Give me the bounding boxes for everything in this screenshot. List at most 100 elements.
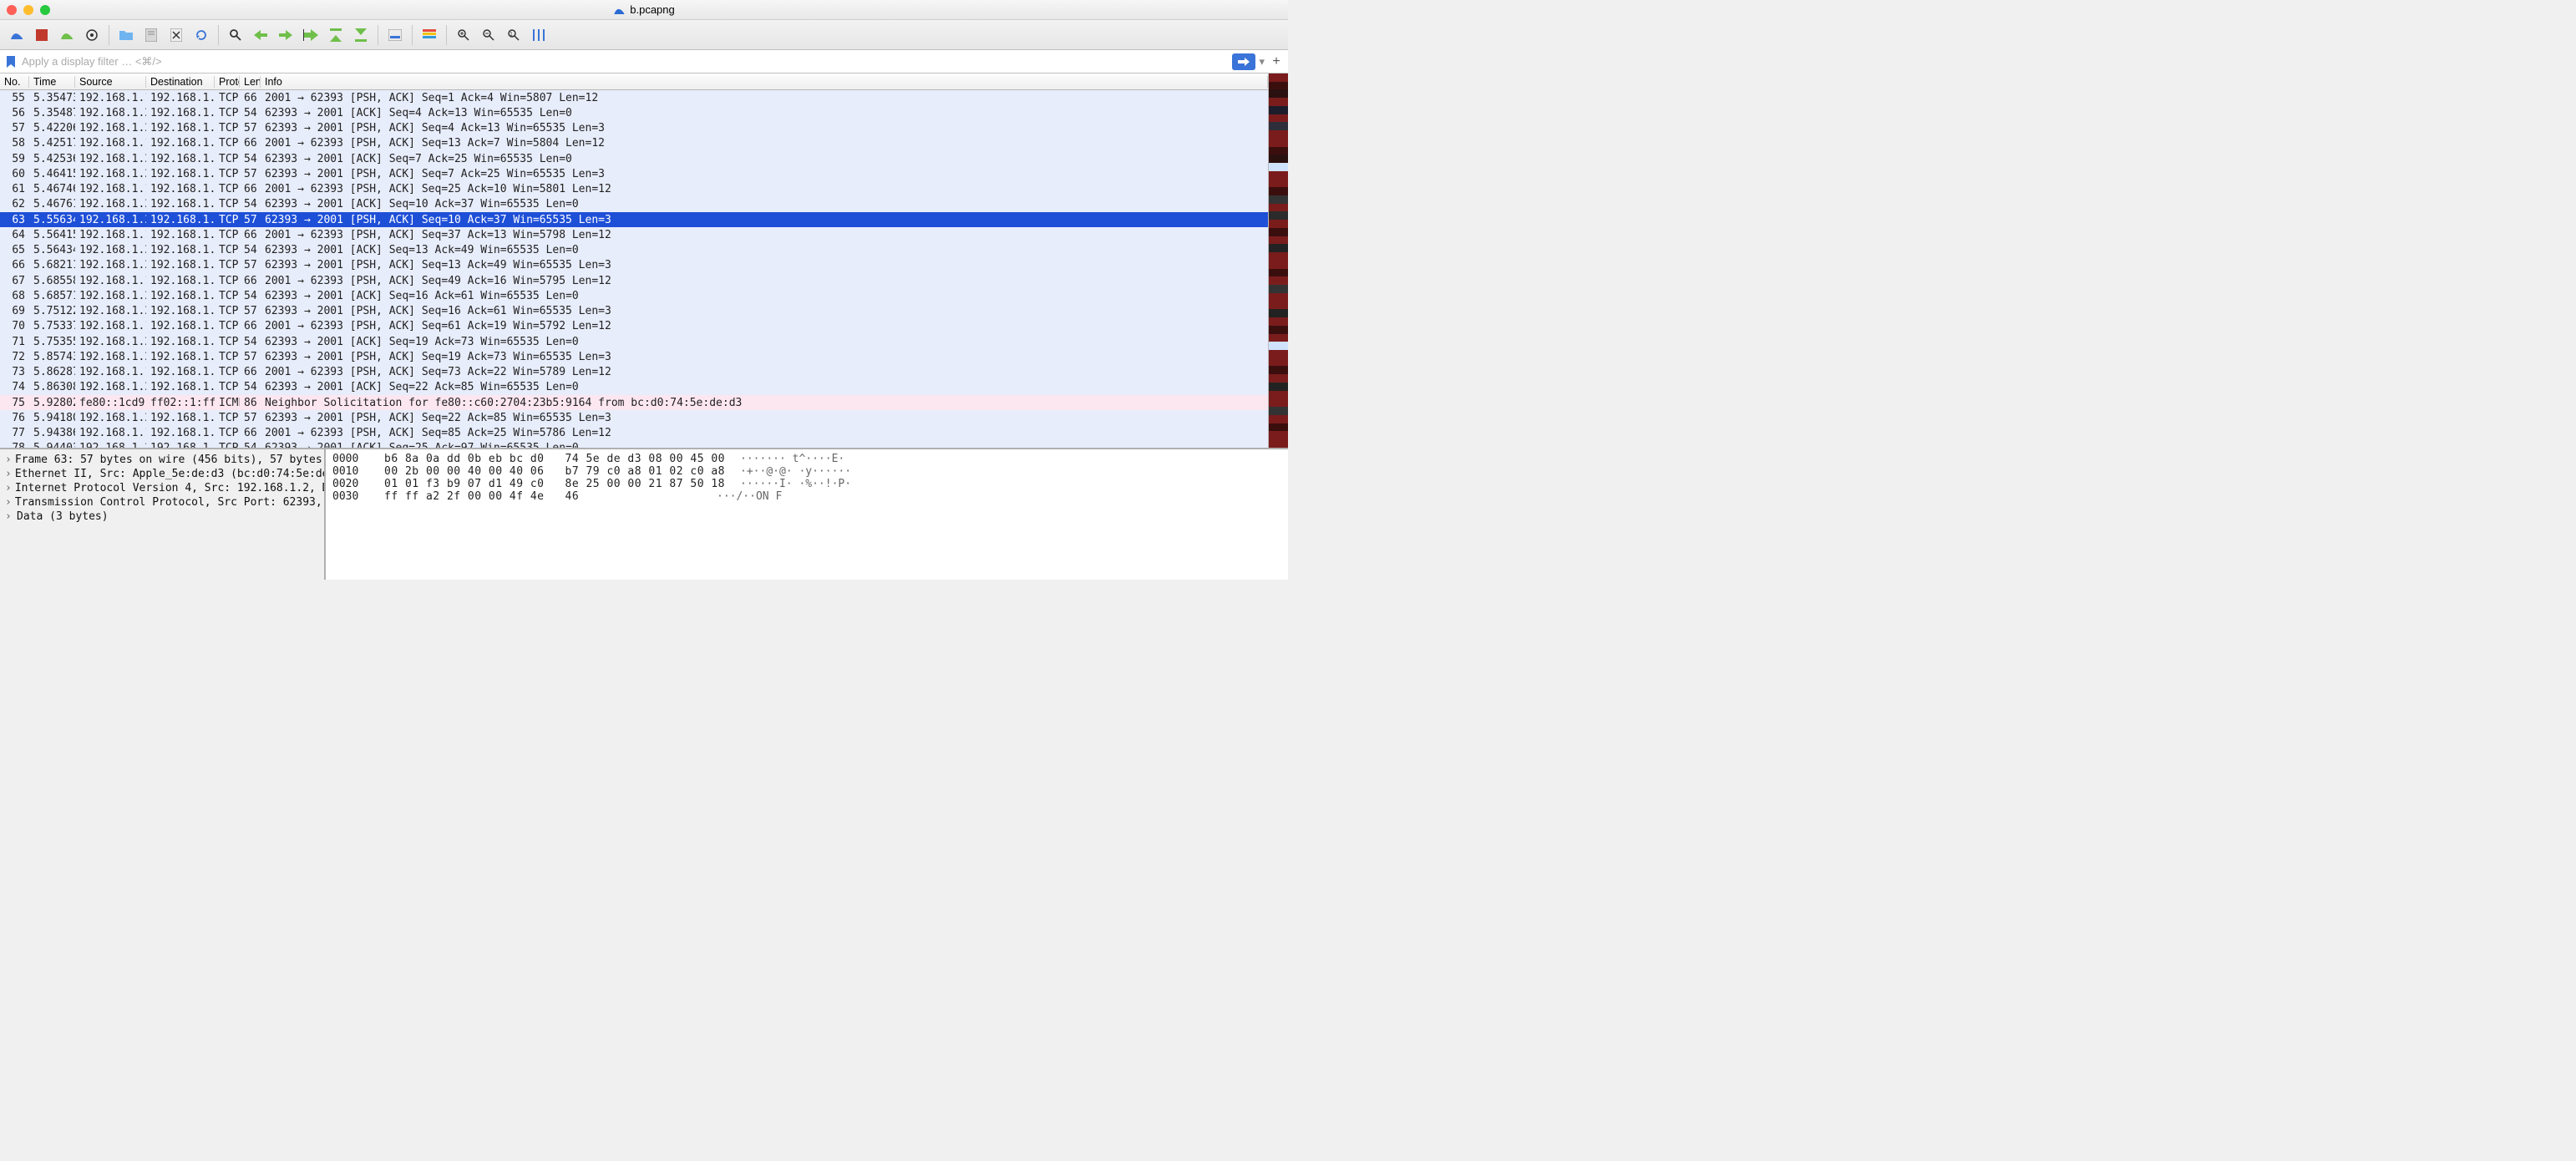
- start-capture-button[interactable]: [5, 23, 28, 47]
- close-window-button[interactable]: [7, 5, 17, 15]
- packet-row[interactable]: 675.685584192.168.1.1192.168.1.2TCP66200…: [0, 273, 1268, 288]
- hex-line[interactable]: 002001 01 f3 b9 07 d1 49 c0 8e 25 00 00 …: [332, 478, 1281, 490]
- zoom-reset-button[interactable]: 1: [502, 23, 525, 47]
- colorize-button[interactable]: [418, 23, 441, 47]
- minimap-slice: [1269, 398, 1288, 407]
- bookmark-icon[interactable]: [3, 56, 18, 68]
- column-info[interactable]: Info: [261, 76, 1268, 88]
- packet-bytes-pane[interactable]: 0000b6 8a 0a dd 0b eb bc d0 74 5e de d3 …: [326, 449, 1288, 580]
- minimap-slice: [1269, 155, 1288, 163]
- packet-row[interactable]: 555.354733192.168.1.1192.168.1.2TCP66200…: [0, 90, 1268, 105]
- auto-scroll-button[interactable]: [383, 23, 407, 47]
- packet-row[interactable]: 785.944039192.168.1.2192.168.1.1TCP54623…: [0, 441, 1268, 448]
- minimize-window-button[interactable]: [23, 5, 33, 15]
- zoom-out-button[interactable]: [477, 23, 500, 47]
- detail-line[interactable]: ›Transmission Control Protocol, Src Port…: [5, 495, 319, 510]
- maximize-window-button[interactable]: [40, 5, 50, 15]
- go-back-button[interactable]: [249, 23, 272, 47]
- hex-line[interactable]: 001000 2b 00 00 40 00 40 06 b7 79 c0 a8 …: [332, 465, 1281, 478]
- dropdown-icon[interactable]: ▾: [1259, 55, 1265, 68]
- packet-list-header[interactable]: No. Time Source Destination Protocol Len…: [0, 74, 1268, 90]
- cell-length: 57: [240, 214, 261, 226]
- expand-caret-icon[interactable]: ›: [5, 468, 12, 480]
- packet-row[interactable]: 635.556347192.168.1.2192.168.1.1TCP57623…: [0, 212, 1268, 227]
- cell-source: 192.168.1.1: [75, 92, 146, 104]
- minimap-slice: [1269, 431, 1288, 439]
- apply-filter-button[interactable]: [1232, 53, 1255, 70]
- column-protocol[interactable]: Protocol: [215, 76, 240, 88]
- display-filter-input[interactable]: [18, 53, 1232, 69]
- capture-options-button[interactable]: [80, 23, 104, 47]
- detail-line[interactable]: ›Frame 63: 57 bytes on wire (456 bits), …: [5, 453, 319, 467]
- cell-time: 5.753371: [29, 320, 75, 332]
- packet-minimap[interactable]: [1268, 74, 1288, 448]
- go-to-first-button[interactable]: [324, 23, 347, 47]
- packet-row[interactable]: 685.685714192.168.1.2192.168.1.1TCP54623…: [0, 288, 1268, 303]
- column-time[interactable]: Time: [29, 76, 75, 88]
- stop-capture-button[interactable]: [30, 23, 53, 47]
- save-file-button[interactable]: [139, 23, 163, 47]
- cell-source: 192.168.1.2: [75, 351, 146, 363]
- minimap-slice: [1269, 114, 1288, 123]
- packet-row[interactable]: 645.564156192.168.1.1192.168.1.2TCP66200…: [0, 227, 1268, 242]
- reload-file-button[interactable]: [190, 23, 213, 47]
- cell-protocol: TCP: [215, 442, 240, 448]
- minimap-slice: [1269, 326, 1288, 334]
- packet-row[interactable]: 625.467613192.168.1.2192.168.1.1TCP54623…: [0, 197, 1268, 212]
- packet-row[interactable]: 755.928027fe80::1cd9:2773:dd…ff02::1:ffb…: [0, 395, 1268, 410]
- cell-info: 62393 → 2001 [PSH, ACK] Seq=16 Ack=61 Wi…: [261, 305, 1268, 317]
- detail-text: Frame 63: 57 bytes on wire (456 bits), 5…: [15, 454, 326, 466]
- restart-capture-button[interactable]: [55, 23, 79, 47]
- cell-info: 62393 → 2001 [ACK] Seq=19 Ack=73 Win=655…: [261, 336, 1268, 348]
- cell-time: 5.354879: [29, 107, 75, 119]
- packet-row[interactable]: 665.682114192.168.1.2192.168.1.1TCP57623…: [0, 258, 1268, 273]
- packet-row[interactable]: 655.564346192.168.1.2192.168.1.1TCP54623…: [0, 243, 1268, 258]
- zoom-in-button[interactable]: [452, 23, 475, 47]
- hex-line[interactable]: 0030ff ff a2 2f 00 00 4f 4e 46···/··ON F: [332, 490, 1281, 503]
- column-destination[interactable]: Destination: [146, 76, 215, 88]
- cell-source: 192.168.1.2: [75, 244, 146, 256]
- packet-row[interactable]: 735.862874192.168.1.1192.168.1.2TCP66200…: [0, 365, 1268, 380]
- go-to-packet-button[interactable]: [299, 23, 322, 47]
- detail-line[interactable]: ›Internet Protocol Version 4, Src: 192.1…: [5, 481, 319, 495]
- packet-row[interactable]: 695.751229192.168.1.2192.168.1.1TCP57623…: [0, 304, 1268, 319]
- packet-row[interactable]: 705.753371192.168.1.1192.168.1.2TCP66200…: [0, 319, 1268, 334]
- column-source[interactable]: Source: [75, 76, 146, 88]
- packet-details-pane[interactable]: ›Frame 63: 57 bytes on wire (456 bits), …: [0, 449, 326, 580]
- go-to-last-button[interactable]: [349, 23, 373, 47]
- packet-row[interactable]: 605.464153192.168.1.2192.168.1.1TCP57623…: [0, 166, 1268, 181]
- packet-row[interactable]: 715.753552192.168.1.2192.168.1.1TCP54623…: [0, 334, 1268, 349]
- packet-row[interactable]: 745.863088192.168.1.2192.168.1.1TCP54623…: [0, 380, 1268, 395]
- close-file-button[interactable]: [165, 23, 188, 47]
- go-forward-button[interactable]: [274, 23, 297, 47]
- minimap-slice: [1269, 122, 1288, 130]
- expand-caret-icon[interactable]: ›: [5, 510, 13, 523]
- resize-columns-button[interactable]: [527, 23, 550, 47]
- detail-line[interactable]: ›Data (3 bytes): [5, 510, 319, 524]
- cell-time: 5.863088: [29, 381, 75, 393]
- packet-row[interactable]: 765.941806192.168.1.2192.168.1.1TCP57623…: [0, 410, 1268, 425]
- detail-line[interactable]: ›Ethernet II, Src: Apple_5e:de:d3 (bc:d0…: [5, 467, 319, 481]
- packet-row[interactable]: 775.943860192.168.1.1192.168.1.2TCP66200…: [0, 426, 1268, 441]
- packet-row[interactable]: 595.425362192.168.1.2192.168.1.1TCP54623…: [0, 151, 1268, 166]
- packet-row[interactable]: 585.425176192.168.1.1192.168.1.2TCP66200…: [0, 136, 1268, 151]
- open-file-button[interactable]: [114, 23, 138, 47]
- minimap-slice: [1269, 391, 1288, 399]
- packet-row[interactable]: 565.354879192.168.1.2192.168.1.1TCP54623…: [0, 105, 1268, 120]
- hex-bytes: b6 8a 0a dd 0b eb bc d0 74 5e de d3 08 0…: [384, 453, 725, 465]
- toolbar-separator: [446, 25, 447, 45]
- expand-caret-icon[interactable]: ›: [5, 454, 12, 466]
- hex-line[interactable]: 0000b6 8a 0a dd 0b eb bc d0 74 5e de d3 …: [332, 453, 1281, 465]
- column-no[interactable]: No.: [0, 76, 29, 88]
- expand-caret-icon[interactable]: ›: [5, 482, 12, 494]
- packet-row[interactable]: 615.467469192.168.1.1192.168.1.2TCP66200…: [0, 182, 1268, 197]
- cell-no: 59: [0, 153, 29, 165]
- packet-list[interactable]: No. Time Source Destination Protocol Len…: [0, 74, 1268, 448]
- packet-row[interactable]: 575.422067192.168.1.2192.168.1.1TCP57623…: [0, 121, 1268, 136]
- cell-destination: 192.168.1.2: [146, 183, 215, 195]
- packet-row[interactable]: 725.857435192.168.1.2192.168.1.1TCP57623…: [0, 349, 1268, 364]
- expand-caret-icon[interactable]: ›: [5, 496, 12, 509]
- find-packet-button[interactable]: [224, 23, 247, 47]
- add-filter-button[interactable]: +: [1268, 53, 1285, 70]
- column-length[interactable]: Length: [240, 76, 261, 88]
